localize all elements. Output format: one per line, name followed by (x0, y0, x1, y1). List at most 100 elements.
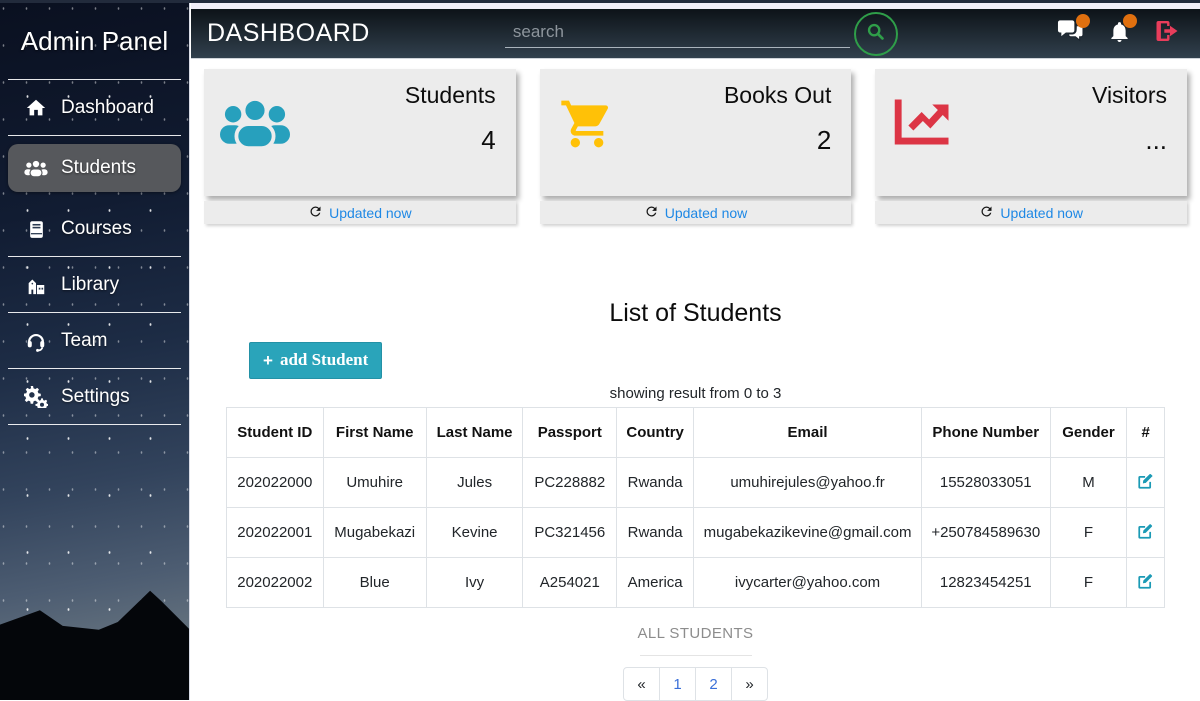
search-input[interactable] (505, 19, 850, 48)
edit-student-button[interactable] (1134, 570, 1157, 596)
cell-first-name: Umuhire (323, 458, 426, 508)
card-value: 2 (644, 125, 832, 156)
notification-badge (1123, 14, 1137, 28)
students-table-wrap: Student ID First Name Last Name Passport… (204, 407, 1187, 608)
logout-button[interactable] (1155, 20, 1180, 47)
cell-passport: PC228882 (523, 458, 617, 508)
cell-phone: +250784589630 (922, 508, 1051, 558)
alerts-button[interactable] (1108, 19, 1131, 48)
home-icon (24, 97, 48, 119)
logout-icon (1155, 20, 1180, 47)
cart-icon (556, 82, 644, 183)
card-footer-link[interactable]: Updated now (204, 201, 516, 224)
col-header: Last Name (426, 408, 523, 458)
pagination-next[interactable]: » (731, 667, 768, 701)
sidebar-item-label: Settings (61, 386, 130, 408)
refresh-icon (308, 204, 323, 222)
cell-phone: 15528033051 (922, 458, 1051, 508)
cell-passport: PC321456 (523, 508, 617, 558)
pagination-prev[interactable]: « (623, 667, 660, 701)
cell-email: mugabekazikevine@gmail.com (694, 508, 922, 558)
search-area (505, 12, 898, 56)
edit-icon (1136, 479, 1155, 494)
col-header: First Name (323, 408, 426, 458)
cell-country: Rwanda (617, 508, 694, 558)
card-label: Books Out (644, 82, 832, 109)
col-header: Country (617, 408, 694, 458)
sidebar-item-students[interactable]: Students (8, 144, 181, 192)
section-heading: List of Students (204, 299, 1187, 328)
cell-first-name: Blue (323, 558, 426, 608)
pagination: « 1 2 » (204, 667, 1187, 701)
book-icon (24, 219, 48, 240)
add-student-label: add Student (280, 350, 368, 370)
sidebar-item-team[interactable]: Team (8, 313, 181, 369)
col-header: Email (694, 408, 922, 458)
cell-student-id: 202022002 (227, 558, 324, 608)
sidebar-item-label: Students (61, 157, 136, 179)
students-table: Student ID First Name Last Name Passport… (226, 407, 1165, 608)
table-row: 202022002 Blue Ivy A254021 America ivyca… (227, 558, 1165, 608)
card-footer-link[interactable]: Updated now (540, 201, 852, 224)
card-value: ... (979, 125, 1167, 156)
cell-gender: F (1050, 558, 1127, 608)
sidebar: Admin Panel Dashboard Students (0, 0, 190, 700)
page-title: DASHBOARD (207, 19, 370, 48)
edit-icon (1136, 529, 1155, 544)
content: Students 4 Updated now (191, 59, 1200, 701)
edit-student-button[interactable] (1134, 470, 1157, 496)
edit-student-button[interactable] (1134, 520, 1157, 546)
pagination-page-1[interactable]: 1 (659, 667, 696, 701)
table-row: 202022001 Mugabekazi Kevine PC321456 Rwa… (227, 508, 1165, 558)
sidebar-item-label: Courses (61, 218, 132, 240)
add-student-button[interactable]: + add Student (249, 342, 382, 379)
cell-student-id: 202022000 (227, 458, 324, 508)
search-button[interactable] (854, 12, 898, 56)
cell-email: ivycarter@yahoo.com (694, 558, 922, 608)
card-students-body: Students 4 (204, 69, 516, 196)
showing-result-text: showing result from 0 to 3 (204, 385, 1187, 402)
notification-badge (1076, 14, 1090, 28)
messages-button[interactable] (1057, 19, 1084, 48)
cell-gender: M (1050, 458, 1127, 508)
chart-line-icon (891, 82, 979, 183)
card-footer-label: Updated now (329, 205, 412, 221)
top-navbar: DASHBOARD (191, 9, 1200, 59)
cell-passport: A254021 (523, 558, 617, 608)
sidebar-item-settings[interactable]: Settings (8, 369, 181, 425)
col-header: Student ID (227, 408, 324, 458)
refresh-icon (979, 204, 994, 222)
users-icon (220, 82, 308, 183)
sidebar-item-courses[interactable]: Courses (8, 201, 181, 257)
card-visitors: Visitors ... Updated now (875, 69, 1187, 224)
refresh-icon (644, 204, 659, 222)
cell-phone: 12823454251 (922, 558, 1051, 608)
pagination-page-2[interactable]: 2 (695, 667, 732, 701)
cell-gender: F (1050, 508, 1127, 558)
table-header-row: Student ID First Name Last Name Passport… (227, 408, 1165, 458)
sidebar-item-library[interactable]: Library (8, 257, 181, 313)
sidebar-item-label: Team (61, 330, 107, 352)
col-header: Gender (1050, 408, 1127, 458)
divider (640, 655, 752, 656)
headset-icon (24, 330, 48, 352)
cell-email: umuhirejules@yahoo.fr (694, 458, 922, 508)
gears-icon (24, 386, 48, 408)
search-icon (865, 21, 887, 46)
app-title: Admin Panel (0, 0, 189, 79)
card-footer-label: Updated now (1000, 205, 1083, 221)
cell-last-name: Ivy (426, 558, 523, 608)
col-header: # (1127, 408, 1165, 458)
col-header: Phone Number (922, 408, 1051, 458)
header-icons (1057, 19, 1180, 48)
card-books-body: Books Out 2 (540, 69, 852, 196)
card-books-out: Books Out 2 Updated now (540, 69, 852, 224)
table-row: 202022000 Umuhire Jules PC228882 Rwanda … (227, 458, 1165, 508)
cell-student-id: 202022001 (227, 508, 324, 558)
card-label: Students (308, 82, 496, 109)
edit-icon (1136, 579, 1155, 594)
sidebar-item-dashboard[interactable]: Dashboard (8, 80, 181, 136)
card-footer-link[interactable]: Updated now (875, 201, 1187, 224)
stat-cards: Students 4 Updated now (204, 69, 1187, 224)
card-value: 4 (308, 125, 496, 156)
